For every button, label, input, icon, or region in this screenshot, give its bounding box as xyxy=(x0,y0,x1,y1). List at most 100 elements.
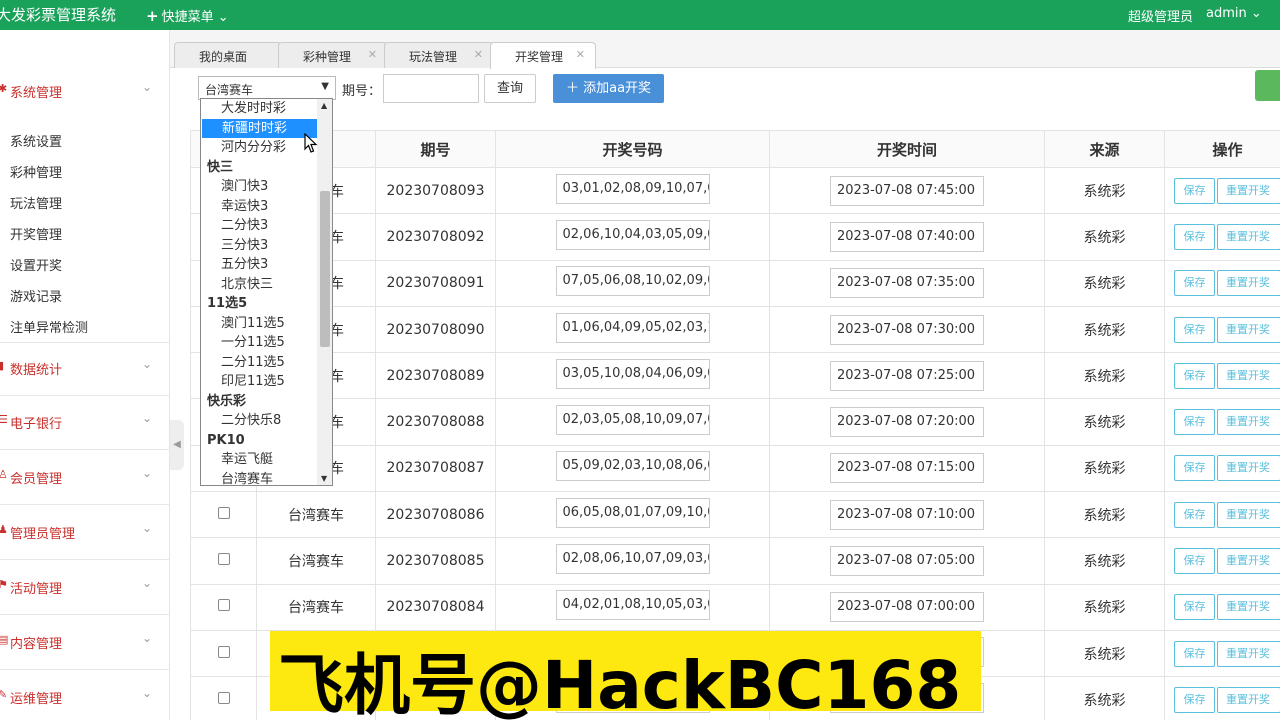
save-button[interactable]: 保存 xyxy=(1174,177,1215,204)
row-checkbox[interactable] xyxy=(217,553,230,566)
sidebar-group-ops[interactable]: ✎ 运维管理 ⌄ xyxy=(0,671,170,720)
numbers-input[interactable]: 03,05,10,08,04,06,09,01 xyxy=(555,358,710,389)
dropdown-option[interactable]: 一分11选5 xyxy=(201,333,317,353)
user-menu[interactable]: admin ⌄ xyxy=(1206,6,1262,21)
sidebar-item-draw-management[interactable]: 开奖管理 xyxy=(10,224,62,243)
save-button[interactable]: 保存 xyxy=(1174,223,1215,250)
dropdown-option[interactable]: 二分快乐8 xyxy=(201,411,317,431)
row-checkbox[interactable] xyxy=(217,506,230,519)
sidebar-group-content[interactable]: ▤ 内容管理 ⌄ xyxy=(0,616,170,670)
numbers-input[interactable]: 03,01,02,08,09,10,07,06 xyxy=(555,173,710,204)
save-button[interactable]: 保存 xyxy=(1174,548,1215,575)
time-input[interactable]: 2023-07-08 07:00:00 xyxy=(830,592,984,623)
save-button[interactable]: 保存 xyxy=(1174,270,1215,297)
add-draw-button[interactable]: ＋ 添加aa开奖 xyxy=(553,74,664,103)
time-input[interactable]: 2023-07-08 07:05:00 xyxy=(830,546,984,577)
time-input[interactable]: 2023-07-08 07:35:00 xyxy=(830,268,984,299)
sidebar-item-play-types[interactable]: 玩法管理 xyxy=(10,193,62,212)
dropdown-option[interactable]: 三分快3 xyxy=(201,236,317,256)
arrow-down-icon[interactable]: ▼ xyxy=(321,474,327,483)
reset-draw-button[interactable]: 重置开奖 xyxy=(1217,270,1280,297)
close-icon[interactable]: ✕ xyxy=(474,48,483,61)
row-checkbox[interactable] xyxy=(217,599,230,612)
dropdown-option[interactable]: 新疆时时彩 xyxy=(202,118,317,138)
numbers-input[interactable]: 02,03,05,08,10,09,07,04 xyxy=(555,405,710,436)
numbers-input[interactable]: 05,09,02,03,10,08,06,07 xyxy=(555,451,710,482)
save-button[interactable]: 保存 xyxy=(1174,455,1215,482)
sidebar-group-admins[interactable]: ♟ 管理员管理 ⌄ xyxy=(0,506,170,560)
time-input[interactable]: 2023-07-08 07:15:00 xyxy=(830,453,984,484)
row-checkbox[interactable] xyxy=(217,691,230,704)
tab-play[interactable]: 玩法管理 ✕ xyxy=(384,42,494,68)
dropdown-option[interactable]: 北京快三 xyxy=(201,275,317,295)
save-button[interactable]: 保存 xyxy=(1174,686,1215,713)
sidebar-item-set-draw[interactable]: 设置开奖 xyxy=(10,255,62,274)
save-button[interactable]: 保存 xyxy=(1174,640,1215,667)
dropdown-option[interactable]: 二分快3 xyxy=(201,216,317,236)
reset-draw-button[interactable]: 重置开奖 xyxy=(1217,223,1280,250)
query-button[interactable]: 查询 xyxy=(484,74,536,103)
numbers-input[interactable]: 04,02,01,08,10,05,03,06 xyxy=(555,590,710,621)
dropdown-option[interactable]: 河内分分彩 xyxy=(201,138,317,158)
numbers-input[interactable]: 01,06,04,09,05,02,03,10 xyxy=(555,312,710,343)
sidebar-item-system-settings[interactable]: 系统设置 xyxy=(10,131,62,150)
refresh-button[interactable] xyxy=(1255,70,1280,101)
time-input[interactable]: 2023-07-08 07:25:00 xyxy=(830,360,984,391)
dropdown-option[interactable]: 幸运飞艇 xyxy=(201,450,317,470)
quick-menu-button[interactable]: + 快捷菜单 ⌄ xyxy=(146,6,229,25)
dropdown-option[interactable]: 五分快3 xyxy=(201,255,317,275)
reset-draw-button[interactable]: 重置开奖 xyxy=(1217,316,1280,343)
dropdown-option[interactable]: 二分11选5 xyxy=(201,353,317,373)
dropdown-option[interactable]: 澳门11选5 xyxy=(201,314,317,334)
close-icon[interactable]: ✕ xyxy=(576,48,585,61)
reset-draw-button[interactable]: 重置开奖 xyxy=(1217,548,1280,575)
reset-draw-button[interactable]: 重置开奖 xyxy=(1217,177,1280,204)
numbers-input[interactable]: 07,05,06,08,10,02,09,01 xyxy=(555,266,710,297)
lottery-dropdown-list[interactable]: ▲ ▼ 大发时时彩 新疆时时彩 河内分分彩 快三 澳门快3 幸运快3 二分快3 三分快3 五分快… xyxy=(200,98,333,486)
sidebar-group-activities[interactable]: ⚑ 活动管理 ⌄ xyxy=(0,561,170,615)
dropdown-option[interactable]: 台湾赛车 xyxy=(201,470,317,486)
row-checkbox[interactable] xyxy=(217,645,230,658)
lottery-select[interactable]: 台湾赛车 ▼ xyxy=(198,76,336,100)
numbers-input[interactable]: 02,06,10,04,03,05,09,08 xyxy=(555,219,710,250)
dropdown-scrollbar[interactable]: ▲ ▼ xyxy=(317,99,332,485)
sidebar-group-system[interactable]: ✱ 系统管理 ⌄ xyxy=(0,65,170,119)
sidebar-collapse-toggle[interactable]: ◀ xyxy=(170,420,184,470)
dropdown-option[interactable]: 幸运快3 xyxy=(201,197,317,217)
reset-draw-button[interactable]: 重置开奖 xyxy=(1217,594,1280,621)
reset-draw-button[interactable]: 重置开奖 xyxy=(1217,501,1280,528)
issue-input[interactable] xyxy=(383,74,479,103)
reset-draw-button[interactable]: 重置开奖 xyxy=(1217,409,1280,436)
time-input[interactable]: 2023-07-08 07:10:00 xyxy=(830,499,984,530)
save-button[interactable]: 保存 xyxy=(1174,362,1215,389)
reset-draw-button[interactable]: 重置开奖 xyxy=(1217,362,1280,389)
arrow-up-icon[interactable]: ▲ xyxy=(321,101,327,110)
time-input[interactable]: 2023-07-08 07:45:00 xyxy=(830,175,984,206)
dropdown-option[interactable]: 大发时时彩 xyxy=(201,99,317,119)
sidebar-item-lottery-types[interactable]: 彩种管理 xyxy=(10,162,62,181)
sidebar-item-game-records[interactable]: 游戏记录 xyxy=(10,286,62,305)
dropdown-option[interactable]: 印尼11选5 xyxy=(201,372,317,392)
save-button[interactable]: 保存 xyxy=(1174,409,1215,436)
time-input[interactable]: 2023-07-08 07:40:00 xyxy=(830,221,984,252)
reset-draw-button[interactable]: 重置开奖 xyxy=(1217,455,1280,482)
tab-draw[interactable]: 开奖管理 ✕ xyxy=(490,42,596,69)
sidebar-group-members[interactable]: ♙ 会员管理 ⌄ xyxy=(0,451,170,505)
dropdown-option[interactable]: 澳门快3 xyxy=(201,177,317,197)
scrollbar-thumb[interactable] xyxy=(320,191,330,347)
time-input[interactable]: 2023-07-08 07:30:00 xyxy=(830,314,984,345)
tab-lottery-type[interactable]: 彩种管理 ✕ xyxy=(278,42,388,68)
time-input[interactable]: 2023-07-08 07:20:00 xyxy=(830,407,984,438)
tab-desktop[interactable]: 我的桌面 xyxy=(174,42,282,68)
reset-draw-button[interactable]: 重置开奖 xyxy=(1217,686,1280,713)
save-button[interactable]: 保存 xyxy=(1174,594,1215,621)
close-icon[interactable]: ✕ xyxy=(368,48,377,61)
numbers-input[interactable]: 06,05,08,01,07,09,10,04 xyxy=(555,497,710,528)
save-button[interactable]: 保存 xyxy=(1174,316,1215,343)
sidebar-group-statistics[interactable]: ▮ 数据统计 ⌄ xyxy=(0,342,170,396)
numbers-input[interactable]: 02,08,06,10,07,09,03,05 xyxy=(555,544,710,575)
sidebar-item-bet-anomaly[interactable]: 注单异常检测 xyxy=(10,317,88,336)
reset-draw-button[interactable]: 重置开奖 xyxy=(1217,640,1280,667)
save-button[interactable]: 保存 xyxy=(1174,501,1215,528)
sidebar-group-ebank[interactable]: ☰ 电子银行 ⌄ xyxy=(0,396,170,450)
